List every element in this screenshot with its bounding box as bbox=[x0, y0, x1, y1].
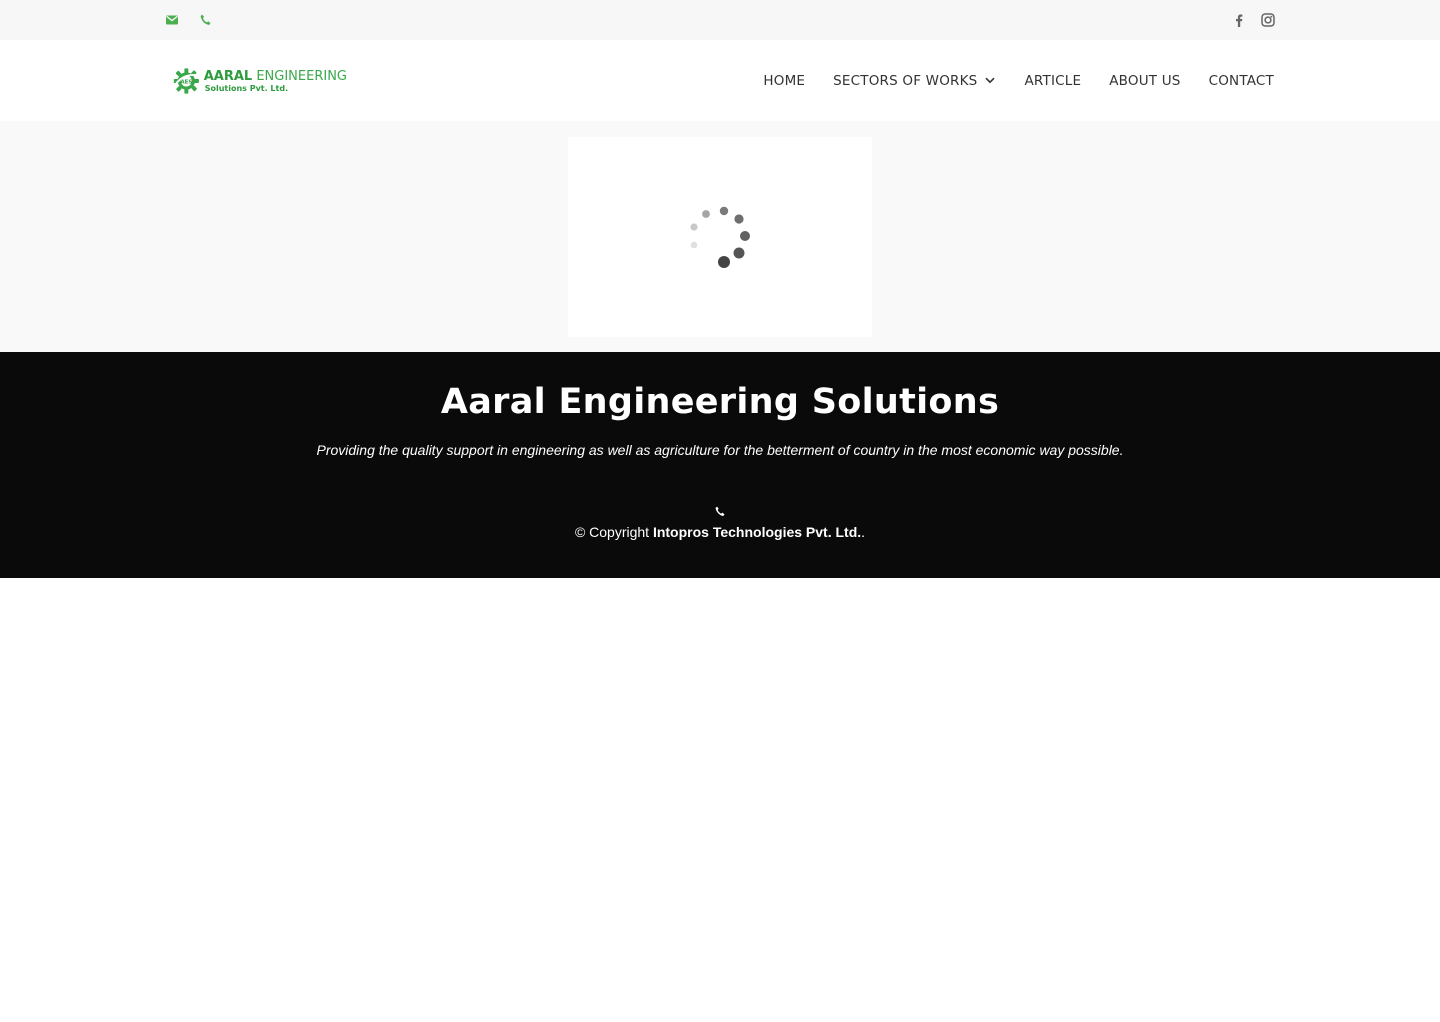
hero-section bbox=[0, 121, 1440, 352]
logo-name: AARAL ENGINEERING bbox=[204, 70, 347, 83]
nav-about-label: ABOUT US bbox=[1109, 72, 1181, 89]
logo-name-bold: AARAL bbox=[203, 68, 253, 84]
logo-text: AARAL ENGINEERING Solutions Pvt. Ltd. bbox=[204, 70, 347, 93]
nav-contact[interactable]: CONTACT bbox=[1209, 73, 1274, 89]
nav-sectors-of-works[interactable]: SECTORS OF WORKS bbox=[833, 73, 996, 89]
phone-icon[interactable] bbox=[713, 504, 727, 518]
email-icon[interactable] bbox=[165, 12, 179, 28]
copyright-text: © Copyright Intopros Technologies Pvt. L… bbox=[0, 524, 1440, 540]
logo-subtitle: Solutions Pvt. Ltd. bbox=[204, 83, 289, 93]
company-link[interactable]: Intopros Technologies Pvt. Ltd. bbox=[653, 524, 861, 540]
gear-logo-icon: AES bbox=[173, 68, 200, 94]
footer-tagline: Providing the quality support in enginee… bbox=[316, 442, 1124, 458]
nav-home-label: HOME bbox=[763, 72, 806, 89]
facebook-icon[interactable] bbox=[1231, 12, 1247, 28]
copyright-suffix: . bbox=[861, 524, 866, 540]
instagram-icon[interactable] bbox=[1260, 12, 1276, 28]
site-footer: Aaral Engineering Solutions Providing th… bbox=[0, 352, 1440, 578]
chevron-down-icon bbox=[984, 75, 996, 87]
nav-sectors-label: SECTORS OF WORKS bbox=[833, 72, 978, 89]
spinner-icon bbox=[690, 206, 750, 268]
copyright-prefix: © Copyright bbox=[574, 524, 653, 540]
phone-icon[interactable] bbox=[198, 12, 212, 28]
loading-card bbox=[568, 137, 872, 337]
main-navigation: HOME SECTORS OF WORKS ARTICLE ABOUT US C… bbox=[763, 40, 1274, 121]
svg-text:AES: AES bbox=[180, 79, 192, 85]
footer-title: Aaral Engineering Solutions bbox=[440, 382, 1000, 422]
nav-about-us[interactable]: ABOUT US bbox=[1109, 73, 1180, 89]
site-logo[interactable]: AES AARAL ENGINEERING Solutions Pvt. Ltd… bbox=[173, 64, 347, 98]
site-header: AES AARAL ENGINEERING Solutions Pvt. Ltd… bbox=[0, 40, 1440, 121]
nav-article-label: ARTICLE bbox=[1024, 72, 1082, 89]
nav-article[interactable]: ARTICLE bbox=[1024, 73, 1081, 89]
nav-home[interactable]: HOME bbox=[763, 73, 805, 89]
top-bar bbox=[0, 0, 1440, 40]
nav-contact-label: CONTACT bbox=[1208, 72, 1274, 89]
logo-name-light: ENGINEERING bbox=[256, 68, 347, 84]
